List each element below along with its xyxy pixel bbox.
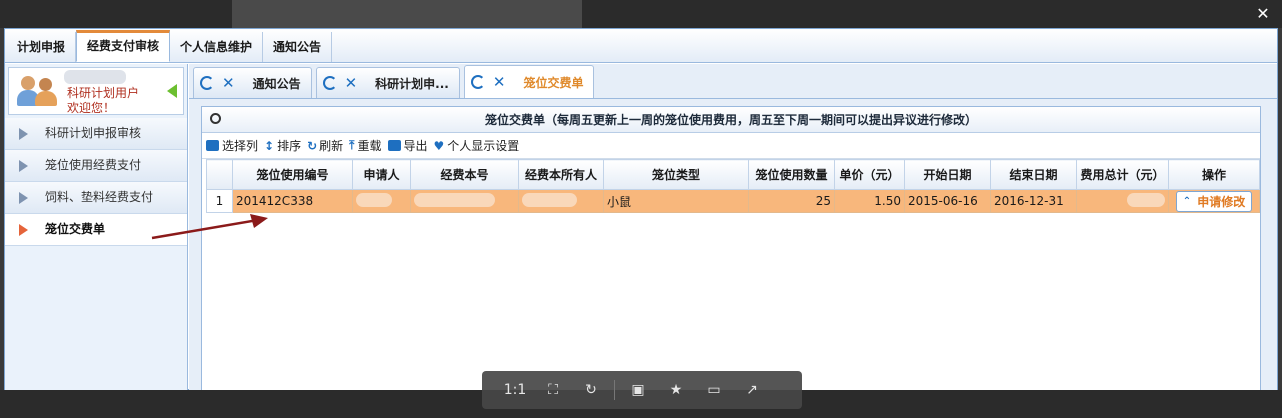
heart-icon: ♥ [433,138,445,153]
refresh-icon[interactable] [470,75,485,89]
col-end-date[interactable]: 结束日期 [990,159,1077,190]
arrow-right-icon [19,160,28,172]
close-icon[interactable]: ✕ [1254,5,1272,23]
tab-label: 通知公告 [252,76,301,91]
refresh-button[interactable]: ↻ 刷新 [307,137,343,154]
tab-label: 科研计划申... [375,76,449,91]
sort-icon: ↕ [264,138,275,153]
fit-screen-icon[interactable]: ⛶ [534,382,572,398]
content-tab-research[interactable]: ✕ 科研计划申... [315,67,460,98]
top-nav: 计划申报 经费支付审核 个人信息维护 通知公告 [5,29,1277,63]
printer-icon [387,140,401,151]
table-header-row: 笼位使用编号 申请人 经费本号 经费本所有人 笼位类型 笼位使用数量 单价（元）… [206,159,1260,190]
close-icon[interactable]: ✕ [493,73,506,91]
cell-action: ⌃ 申请修改 [1168,189,1260,213]
cell-end-date: 2016-12-31 [990,189,1077,213]
welcome-text: 欢迎您！ [67,101,116,115]
sidebar-item-label: 科研计划申报审核 [45,126,142,140]
cell-unit-price: 1.50 [834,189,905,213]
nav-tab-notice[interactable]: 通知公告 [263,32,333,62]
image-viewer-top-bar: ✕ [0,0,1282,28]
main-area: ✕ 通知公告 ✕ 科研计划申... ✕ 笼位交费单 笼位交费单（每周五更新上一周… [189,64,1277,391]
cell-start-date: 2015-06-16 [904,189,991,213]
nav-tab-fund-audit[interactable]: 经费支付审核 [76,30,171,62]
cell-cage-type: 小鼠 [603,189,749,213]
divider [614,380,615,400]
cell-quantity: 25 [748,189,835,213]
grid-toolbar: 选择列 ↕ 排序 ↻ 刷新 ⤒ 重载 导出 ♥ 个人显示设置 [202,133,1260,159]
cell-cage-use-no: 201412C338 [232,189,353,213]
close-icon[interactable]: ✕ [345,74,358,92]
cell-fund-no-redacted [410,189,519,213]
rotate-icon[interactable]: ↻ [572,382,610,398]
col-fund-no[interactable]: 经费本号 [410,159,519,190]
user-card: 科研计划用户 欢迎您！ [8,67,184,115]
sidebar-item-label: 饲料、垫料经费支付 [45,190,154,204]
arrow-right-icon [19,128,28,140]
cell-fund-owner-redacted [518,189,604,213]
upload-icon: ⤒ [349,138,355,152]
app-window: 计划申报 经费支付审核 个人信息维护 通知公告 科研计划用户 欢迎您！ 科研计划… [4,28,1278,391]
col-quantity[interactable]: 笼位使用数量 [748,159,835,190]
panel-title: 笼位交费单（每周五更新上一周的笼位使用费用，周五至下周一期间可以提出异议进行修改… [202,107,1260,133]
col-total-fee[interactable]: 费用总计（元） [1076,159,1169,190]
user-name-redacted [64,70,126,84]
monitor-icon[interactable]: ▭ [695,382,733,398]
refresh-icon: ↻ [307,138,318,153]
content-tabbar: ✕ 通知公告 ✕ 科研计划申... ✕ 笼位交费单 [189,64,1277,99]
table-row[interactable]: 1 201412C338 小鼠 25 1.50 2015-06-16 2016-… [206,189,1260,213]
cell-total-fee-redacted [1076,189,1169,213]
arrow-right-icon [19,224,28,236]
nav-tab-personal-info[interactable]: 个人信息维护 [170,32,264,62]
image-viewer-toolbar: 1:1 ⛶ ↻ ▣ ★ ▭ ↗ [482,371,802,409]
background-toolbar-ghost [232,0,582,28]
col-fund-owner[interactable]: 经费本所有人 [518,159,604,190]
apply-modify-button[interactable]: ⌃ 申请修改 [1175,190,1253,212]
col-action: 操作 [1168,159,1260,190]
annotation-arrow-icon [151,214,268,240]
col-rownum [206,159,233,190]
select-columns-button[interactable]: 选择列 [206,137,258,154]
refresh-icon[interactable] [200,76,214,90]
col-cage-type[interactable]: 笼位类型 [603,159,749,190]
cage-bill-panel: 笼位交费单（每周五更新上一周的笼位使用费用，周五至下周一期间可以提出异议进行修改… [201,106,1261,391]
personal-display-button[interactable]: ♥ 个人显示设置 [434,137,520,154]
close-icon[interactable]: ✕ [222,74,235,92]
content-tab-cage-bill[interactable]: ✕ 笼位交费单 [463,65,595,98]
refresh-icon[interactable] [322,76,337,90]
col-cage-use-no[interactable]: 笼位使用编号 [232,159,353,190]
sidebar-item-research-audit[interactable]: 科研计划申报审核 [5,118,187,150]
tab-label: 笼位交费单 [523,75,584,90]
sidebar-item-cage-fund[interactable]: 笼位使用经费支付 [5,150,187,182]
cage-bill-table: 笼位使用编号 申请人 经费本号 经费本所有人 笼位类型 笼位使用数量 单价（元）… [206,159,1260,213]
row-index: 1 [206,189,233,213]
col-unit-price[interactable]: 单价（元） [834,159,905,190]
chevron-up-icon: ⌃ [1182,195,1192,207]
col-start-date[interactable]: 开始日期 [904,159,991,190]
search-icon[interactable] [210,113,221,124]
zoom-actual-size-button[interactable]: 1:1 [496,382,534,398]
save-icon[interactable]: ▣ [619,382,657,398]
collapse-left-icon[interactable] [167,84,177,98]
sidebar-item-feed-fund[interactable]: 饲料、垫料经费支付 [5,182,187,214]
sidebar-item-label: 笼位使用经费支付 [45,158,142,172]
cell-applicant-redacted [352,189,411,213]
share-icon[interactable]: ↗ [733,382,771,398]
export-button[interactable]: 导出 [387,137,428,154]
reload-button[interactable]: ⤒ 重载 [349,137,381,154]
users-icon [17,76,57,106]
content-tab-notice[interactable]: ✕ 通知公告 [193,67,312,98]
star-icon[interactable]: ★ [657,382,695,398]
sort-button[interactable]: ↕ 排序 [264,137,301,154]
columns-icon [206,140,219,151]
col-applicant[interactable]: 申请人 [352,159,411,190]
arrow-right-icon [19,192,28,204]
nav-tab-plan-declare[interactable]: 计划申报 [7,32,77,62]
panel-title-text: 笼位交费单（每周五更新上一周的笼位使用费用，周五至下周一期间可以提出异议进行修改… [484,113,977,127]
sidebar-item-label: 笼位交费单 [45,222,106,236]
